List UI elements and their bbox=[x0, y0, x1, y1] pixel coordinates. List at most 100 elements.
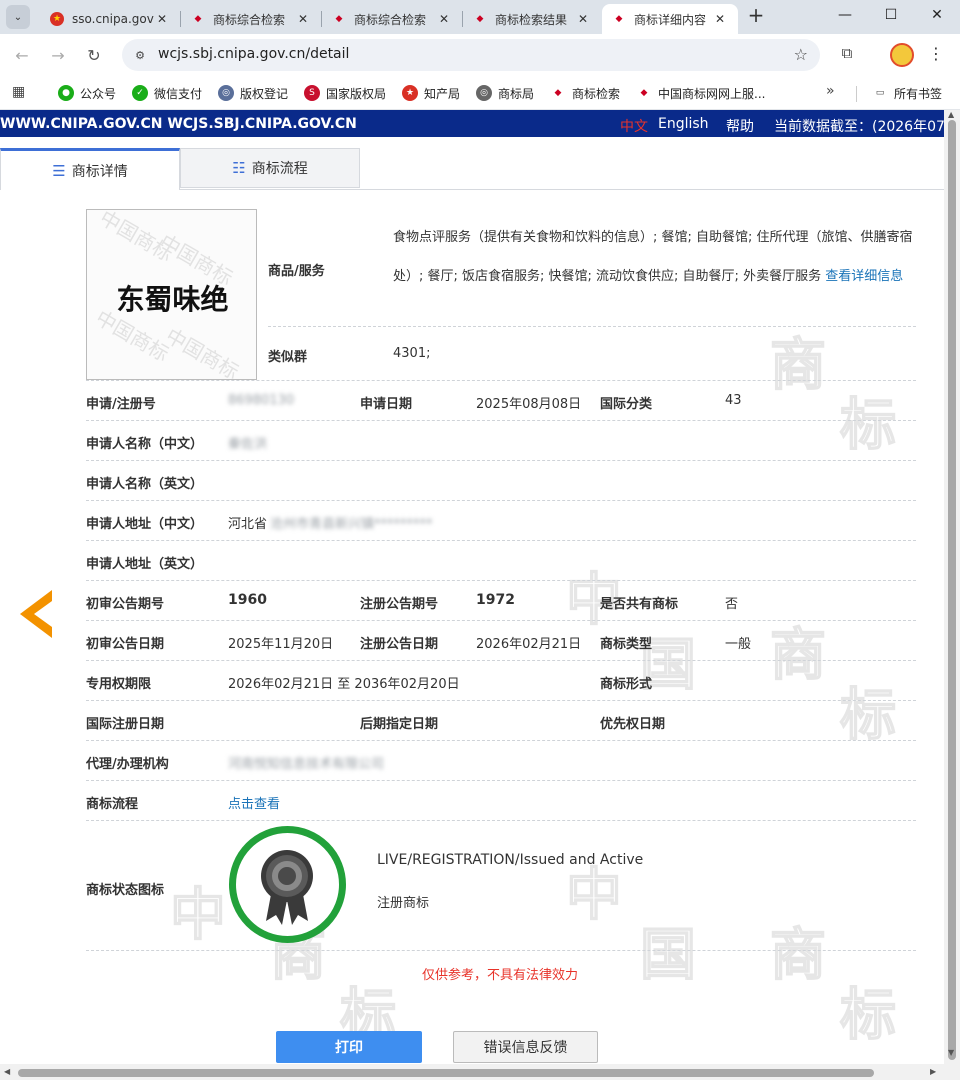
chevron-double-right-icon[interactable]: » bbox=[826, 83, 835, 99]
close-icon[interactable]: ✕ bbox=[575, 12, 591, 26]
bookmark-label: 微信支付 bbox=[154, 86, 203, 101]
scroll-up-icon[interactable]: ▲ bbox=[948, 110, 954, 119]
scroll-thumb[interactable] bbox=[18, 1069, 874, 1077]
cnipa-icon: ◆ bbox=[550, 85, 566, 101]
trademark-name: 东蜀味绝 bbox=[116, 283, 229, 316]
profile-avatar[interactable] bbox=[890, 43, 914, 67]
arrow-right-icon: → bbox=[51, 45, 65, 65]
new-tab-button[interactable]: + bbox=[744, 4, 768, 28]
window-close-button[interactable]: ✕ bbox=[914, 0, 960, 30]
tab-trademark-flow[interactable]: ☷ 商标流程 bbox=[180, 148, 360, 188]
browser-tab-2[interactable]: ◆ 商标综合检索 ✕ bbox=[181, 4, 321, 34]
applicant-name-cn-value: 秦佐洪 bbox=[228, 437, 268, 452]
chevron-down-icon: ⌄ bbox=[13, 11, 23, 23]
scroll-left-icon[interactable]: ◀ bbox=[4, 1067, 10, 1076]
row-divider bbox=[86, 780, 916, 781]
bookmark-item[interactable]: ◆ 商标检索 bbox=[550, 83, 620, 103]
browser-tab-1[interactable]: ★ sso.cnipa.gov.cn ✕ bbox=[40, 4, 180, 34]
similar-group-value: 4301; bbox=[393, 346, 431, 361]
applicant-name-cn-label: 申请人名称（中文） bbox=[86, 437, 204, 452]
minimize-button[interactable]: — bbox=[822, 0, 868, 30]
back-button[interactable]: ← bbox=[10, 43, 34, 67]
reload-button[interactable]: ↻ bbox=[82, 43, 106, 67]
browser-tab-3[interactable]: ◆ 商标综合检索 ✕ bbox=[322, 4, 462, 34]
view-flow-link[interactable]: 点击查看 bbox=[228, 793, 280, 812]
reg-announcement-no-value: 1972 bbox=[476, 592, 515, 608]
close-icon[interactable]: ✕ bbox=[436, 12, 452, 26]
all-bookmarks[interactable]: ▭ 所有书签 bbox=[872, 83, 942, 103]
tab-trademark-detail[interactable]: ☰ 商标详情 bbox=[0, 148, 180, 190]
bookmark-item[interactable]: ✓ 微信支付 bbox=[132, 83, 202, 103]
apps-grid-icon[interactable]: ▦ bbox=[12, 84, 30, 102]
help-link[interactable]: 帮助 bbox=[726, 116, 754, 136]
lang-en-link[interactable]: English bbox=[658, 116, 709, 132]
prelim-announcement-no-value: 1960 bbox=[228, 592, 267, 608]
mark-form-label: 商标形式 bbox=[600, 677, 653, 692]
tab-title: 商标检索结果 bbox=[495, 12, 568, 27]
status-icon-label: 商标状态图标 bbox=[86, 883, 165, 898]
globe-icon: ◎ bbox=[476, 85, 492, 101]
print-button[interactable]: 打印 bbox=[276, 1031, 422, 1063]
site-info-icon[interactable]: ⚙ bbox=[132, 47, 148, 63]
browser-tab-4[interactable]: ◆ 商标检索结果 ✕ bbox=[463, 4, 601, 34]
bookmark-item[interactable]: ◆ 中国商标网网上服... bbox=[636, 83, 765, 103]
watermark: 标 bbox=[839, 682, 897, 749]
maximize-button[interactable]: ☐ bbox=[868, 0, 914, 30]
forward-button[interactable]: → bbox=[46, 43, 70, 67]
bookmark-label: 所有书签 bbox=[894, 86, 943, 101]
bookmark-item[interactable]: ◎ 版权登记 bbox=[218, 83, 288, 103]
bookmark-star-icon[interactable]: ☆ bbox=[794, 45, 808, 64]
bookmark-item[interactable]: S 国家版权局 bbox=[304, 83, 386, 103]
tab-title: 商标详细内容 bbox=[634, 12, 707, 27]
more-menu-icon[interactable]: ⋮ bbox=[928, 44, 944, 66]
url-input[interactable]: ⚙ wcjs.sbj.cnipa.gov.cn/detail ☆ bbox=[122, 39, 820, 71]
mark-type-value: 一般 bbox=[725, 637, 752, 652]
row-divider bbox=[86, 580, 916, 581]
extensions-icon[interactable]: ⧉ bbox=[836, 44, 858, 66]
row-divider bbox=[86, 380, 916, 381]
lang-zh-link[interactable]: 中文 bbox=[620, 116, 648, 136]
bookmark-divider bbox=[856, 86, 857, 102]
detail-tabs: ☰ 商标详情 ☷ 商标流程 bbox=[0, 148, 944, 190]
close-icon[interactable]: ✕ bbox=[154, 12, 170, 26]
agent-value: 河南悦知信息技术有限公司 bbox=[228, 757, 385, 772]
browser-tab-active[interactable]: ◆ 商标详细内容 ✕ bbox=[602, 4, 738, 34]
tab-label: 商标流程 bbox=[251, 161, 308, 177]
vertical-scrollbar[interactable]: ▲ ▼ bbox=[944, 110, 960, 1080]
error-feedback-button[interactable]: 错误信息反馈 bbox=[453, 1031, 598, 1063]
scroll-thumb[interactable] bbox=[948, 120, 956, 1060]
page-content: 商 标 中 国 商 标 中 国 商 标 中 商 标 WWW.CNIPA.GOV.… bbox=[0, 110, 960, 1080]
previous-arrow-icon[interactable] bbox=[20, 590, 52, 638]
reg-announcement-date-value: 2026年02月21日 bbox=[476, 637, 582, 652]
view-details-link[interactable]: 查看详细信息 bbox=[825, 269, 903, 284]
bookmark-item[interactable]: ● 公众号 bbox=[58, 83, 116, 103]
row-divider bbox=[86, 500, 916, 501]
cnipa-icon: ◆ bbox=[636, 85, 652, 101]
address-bar-row: ← → ↻ ⚙ wcjs.sbj.cnipa.gov.cn/detail ☆ ⧉… bbox=[0, 34, 960, 76]
image-watermark: 中国商标 bbox=[161, 323, 243, 380]
data-as-of-text: 当前数据截至：(2026年07月 bbox=[774, 119, 944, 135]
bookmark-label: 知产局 bbox=[424, 86, 461, 101]
emblem-favicon-icon: ★ bbox=[50, 12, 64, 26]
scroll-down-icon[interactable]: ▼ bbox=[948, 1048, 954, 1057]
bookmark-item[interactable]: ◎ 商标局 bbox=[476, 83, 534, 103]
prelim-announcement-date-label: 初审公告日期 bbox=[86, 637, 165, 652]
watermark: 商 bbox=[769, 622, 827, 689]
close-icon[interactable]: ✕ bbox=[295, 12, 311, 26]
close-icon[interactable]: ✕ bbox=[712, 12, 728, 26]
priority-date-label: 优先权日期 bbox=[600, 717, 666, 732]
intl-class-value: 43 bbox=[725, 393, 742, 408]
tab-search-button[interactable]: ⌄ bbox=[6, 5, 30, 29]
tab-title: 商标综合检索 bbox=[213, 12, 286, 27]
scroll-right-icon[interactable]: ▶ bbox=[930, 1067, 936, 1076]
bookmark-item[interactable]: ★ 知产局 bbox=[402, 83, 460, 103]
application-date-value: 2025年08月08日 bbox=[476, 397, 582, 412]
watermark: 中 bbox=[169, 882, 227, 949]
intl-class-label: 国际分类 bbox=[600, 397, 653, 412]
row-divider bbox=[86, 540, 916, 541]
emblem-icon: ★ bbox=[402, 85, 418, 101]
horizontal-scrollbar[interactable]: ◀ ▶ bbox=[0, 1064, 944, 1080]
mark-type-label: 商标类型 bbox=[600, 637, 653, 652]
row-divider bbox=[86, 740, 916, 741]
application-number-value: 86980130 bbox=[228, 393, 295, 408]
